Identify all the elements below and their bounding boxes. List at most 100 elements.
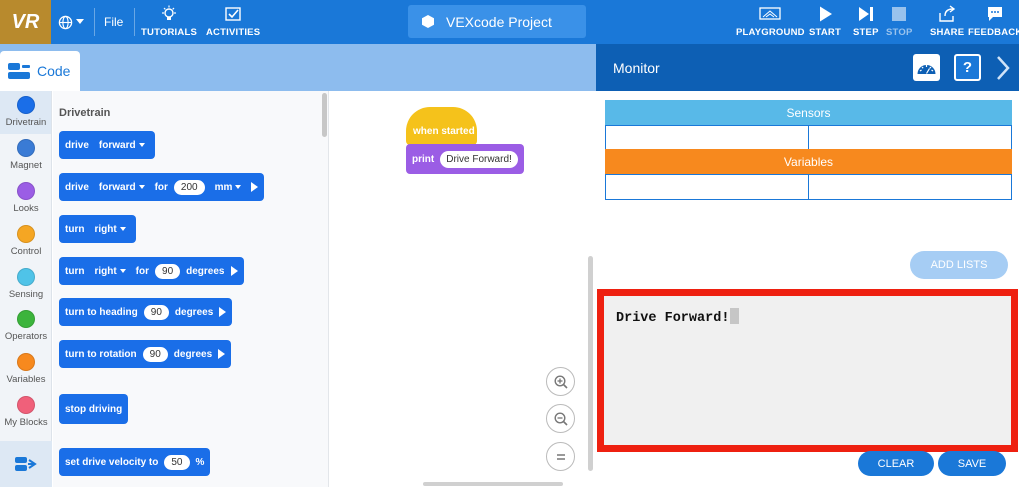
- expand-arrow-icon[interactable]: [251, 182, 259, 192]
- language-menu[interactable]: [58, 12, 90, 32]
- distance-input[interactable]: 200: [173, 179, 205, 195]
- add-lists-button[interactable]: ADD LISTS: [910, 251, 1008, 279]
- my-blocks-dot-icon: [17, 396, 35, 414]
- hexagon-icon: [422, 15, 434, 28]
- variable-cell[interactable]: [809, 174, 1012, 200]
- project-name: VEXcode Project: [446, 13, 552, 30]
- sensors-header: Sensors: [605, 100, 1012, 125]
- code-panel-header: Code: [0, 44, 596, 91]
- category-label: Variables: [6, 374, 46, 385]
- print-value-input[interactable]: Drive Forward!: [440, 150, 518, 168]
- file-menu[interactable]: File: [104, 15, 123, 29]
- block-drive[interactable]: drive forward: [59, 131, 155, 159]
- category-drivetrain[interactable]: Drivetrain: [0, 91, 51, 134]
- lightbulb-icon: [161, 5, 176, 20]
- expand-arrow-icon[interactable]: [230, 266, 238, 276]
- workspace-scrollbar-vertical[interactable]: [588, 256, 593, 471]
- help-button[interactable]: ?: [954, 54, 981, 81]
- variable-cell[interactable]: [605, 174, 809, 200]
- monitor-title: Monitor: [613, 60, 660, 76]
- zoom-in-button[interactable]: [546, 367, 575, 396]
- expand-arrow-icon[interactable]: [219, 307, 227, 317]
- tab-code[interactable]: Code: [0, 51, 80, 91]
- direction-dropdown[interactable]: forward: [95, 180, 149, 195]
- start-button[interactable]: START: [809, 5, 841, 38]
- code-blocks-icon: [8, 63, 30, 79]
- chevron-right-icon[interactable]: [995, 55, 1011, 81]
- zoom-reset-button[interactable]: [546, 442, 575, 471]
- tutorials-button[interactable]: TUTORIALS: [141, 5, 197, 38]
- playground-label: PLAYGROUND: [736, 27, 805, 38]
- category-variables[interactable]: Variables: [0, 348, 51, 391]
- zoom-in-icon: [553, 374, 568, 389]
- clear-button[interactable]: CLEAR: [858, 451, 934, 476]
- looks-dot-icon: [17, 182, 35, 200]
- block-text: for: [154, 181, 168, 193]
- vr-logo: VR: [0, 0, 51, 44]
- category-sidebar: Drivetrain Magnet Looks Control Sensing …: [0, 91, 52, 487]
- extensions-button[interactable]: [0, 441, 52, 487]
- block-text: stop driving: [65, 403, 123, 415]
- project-name-field[interactable]: VEXcode Project: [408, 5, 586, 38]
- toolbar-divider: [134, 8, 135, 36]
- activities-label: ACTIVITIES: [206, 27, 261, 38]
- stop-button[interactable]: STOP: [886, 5, 913, 38]
- workspace-scrollbar-horizontal[interactable]: [423, 482, 563, 486]
- category-control[interactable]: Control: [0, 220, 51, 263]
- playground-button[interactable]: PLAYGROUND: [736, 5, 805, 38]
- turn-direction-dropdown[interactable]: right: [90, 264, 129, 279]
- category-operators[interactable]: Operators: [0, 305, 51, 348]
- block-text: degrees: [186, 265, 225, 277]
- operators-dot-icon: [17, 310, 35, 328]
- share-button[interactable]: SHARE: [930, 5, 964, 38]
- print-block[interactable]: print Drive Forward!: [406, 144, 524, 174]
- category-looks[interactable]: Looks: [0, 177, 51, 220]
- expand-arrow-icon[interactable]: [218, 349, 226, 359]
- block-turn-to-heading[interactable]: turn to heading 90 degrees: [59, 298, 233, 326]
- dashboard-button[interactable]: [913, 54, 940, 81]
- sensor-cell[interactable]: [809, 125, 1012, 151]
- block-set-drive-velocity[interactable]: set drive velocity to 50 %: [59, 448, 211, 476]
- block-text: %: [195, 456, 205, 468]
- control-dot-icon: [17, 225, 35, 243]
- activities-button[interactable]: ACTIVITIES: [206, 5, 260, 38]
- direction-dropdown[interactable]: forward: [95, 138, 149, 153]
- units-dropdown[interactable]: mm: [211, 180, 246, 195]
- checkbox-icon: [225, 7, 241, 21]
- print-console[interactable]: Drive Forward!: [597, 289, 1018, 452]
- step-button[interactable]: STEP: [853, 5, 879, 38]
- when-started-block[interactable]: when started: [406, 107, 477, 145]
- variables-header: Variables: [605, 149, 1012, 174]
- sensors-row: [605, 125, 1012, 151]
- turn-direction-dropdown[interactable]: right: [90, 222, 129, 237]
- block-turn-for[interactable]: turn right for 90 degrees: [59, 257, 244, 285]
- zoom-out-button[interactable]: [546, 404, 575, 433]
- velocity-input[interactable]: 50: [164, 454, 190, 470]
- sensor-cell[interactable]: [605, 125, 809, 151]
- rotation-input[interactable]: 90: [142, 346, 168, 362]
- magnet-dot-icon: [17, 139, 35, 157]
- block-text: turn to rotation: [65, 348, 137, 360]
- block-turn[interactable]: turn right: [59, 215, 136, 243]
- category-sensing[interactable]: Sensing: [0, 263, 51, 306]
- heading-input[interactable]: 90: [143, 304, 169, 320]
- step-label: STEP: [853, 27, 879, 38]
- category-my-blocks[interactable]: My Blocks: [0, 391, 51, 434]
- feedback-icon: [988, 7, 1003, 21]
- block-drive-for[interactable]: drive forward for 200 mm: [59, 173, 265, 201]
- block-stop-driving[interactable]: stop driving: [59, 394, 129, 424]
- category-magnet[interactable]: Magnet: [0, 134, 51, 177]
- equals-icon: [556, 453, 565, 460]
- block-text: turn to heading: [65, 306, 138, 318]
- save-button[interactable]: SAVE: [938, 451, 1006, 476]
- angle-input[interactable]: 90: [155, 263, 181, 279]
- feedback-button[interactable]: FEEDBACK: [968, 5, 1019, 38]
- palette-scrollbar[interactable]: [322, 93, 327, 137]
- sensors-table: Sensors: [605, 100, 1012, 151]
- extensions-icon: [15, 457, 37, 471]
- block-turn-to-rotation[interactable]: turn to rotation 90 degrees: [59, 340, 232, 368]
- code-workspace[interactable]: when started print Drive Forward!: [330, 91, 596, 487]
- help-icon: ?: [962, 59, 973, 76]
- playground-icon: [759, 7, 781, 20]
- block-text: set drive velocity to: [65, 456, 159, 468]
